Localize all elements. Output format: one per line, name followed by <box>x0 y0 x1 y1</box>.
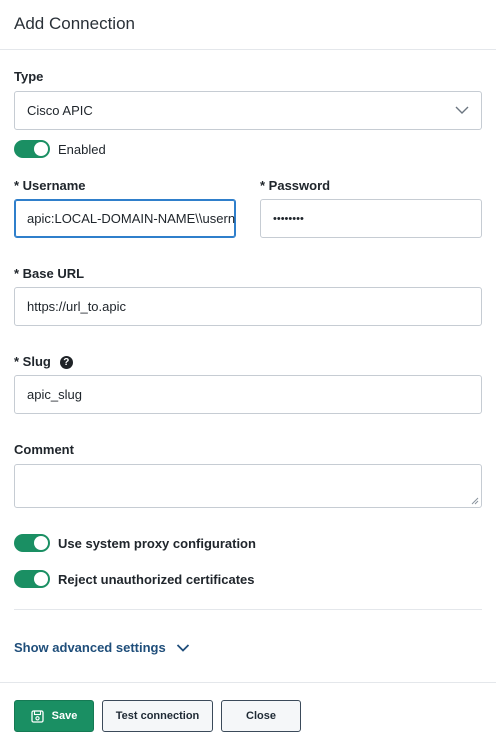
toggle-knob <box>34 572 48 586</box>
reject-toggle-row[interactable]: Reject unauthorized certificates <box>14 570 255 588</box>
dialog-header: Add Connection <box>0 0 496 50</box>
save-label: Save <box>51 710 78 722</box>
test-label: Test connection <box>115 710 200 722</box>
chevron-down-icon <box>455 106 469 114</box>
password-input[interactable]: •••••••• <box>260 199 482 238</box>
reject-toggle[interactable] <box>14 570 50 588</box>
divider <box>14 609 482 610</box>
advanced-label: Show advanced settings <box>14 640 166 655</box>
slug-label: * Slug <box>14 354 51 369</box>
base-url-label: * Base URL <box>14 266 85 281</box>
test-connection-button[interactable]: Test connection <box>102 700 213 732</box>
resize-handle-icon[interactable] <box>471 497 479 505</box>
enabled-toggle-row[interactable]: Enabled <box>14 140 106 158</box>
toggle-knob <box>34 536 48 550</box>
base-url-value: https://url_to.apic <box>27 299 126 314</box>
save-icon <box>30 709 44 723</box>
close-label: Close <box>246 710 276 722</box>
chevron-down-icon <box>176 643 189 652</box>
close-button[interactable]: Close <box>221 700 301 732</box>
save-button[interactable]: Save <box>14 700 94 732</box>
comment-label: Comment <box>14 442 74 457</box>
proxy-toggle[interactable] <box>14 534 50 552</box>
type-select[interactable]: Cisco APIC <box>14 91 482 130</box>
proxy-toggle-row[interactable]: Use system proxy configuration <box>14 534 256 552</box>
slug-label-row: * Slug? <box>14 354 73 370</box>
dialog-footer: Save Test connection Close <box>0 682 496 745</box>
toggle-knob <box>34 142 48 156</box>
type-label: Type <box>14 69 44 84</box>
reject-label: Reject unauthorized certificates <box>58 571 255 587</box>
password-label: * Password <box>260 178 331 193</box>
comment-textarea[interactable] <box>14 464 482 508</box>
dialog-title: Add Connection <box>14 14 135 33</box>
password-value: •••••••• <box>273 212 304 225</box>
username-input[interactable]: apic:LOCAL-DOMAIN-NAME\\username <box>14 199 236 238</box>
base-url-input[interactable]: https://url_to.apic <box>14 287 482 326</box>
help-icon[interactable]: ? <box>59 356 73 370</box>
username-value: apic:LOCAL-DOMAIN-NAME\\username <box>27 211 236 226</box>
enabled-label: Enabled <box>58 141 106 157</box>
enabled-toggle[interactable] <box>14 140 50 158</box>
show-advanced-settings-link[interactable]: Show advanced settings <box>14 640 190 655</box>
slug-input[interactable]: apic_slug <box>14 375 482 414</box>
type-select-value: Cisco APIC <box>27 103 93 118</box>
username-label: * Username <box>14 178 86 193</box>
proxy-label: Use system proxy configuration <box>58 535 256 551</box>
slug-value: apic_slug <box>27 387 82 402</box>
